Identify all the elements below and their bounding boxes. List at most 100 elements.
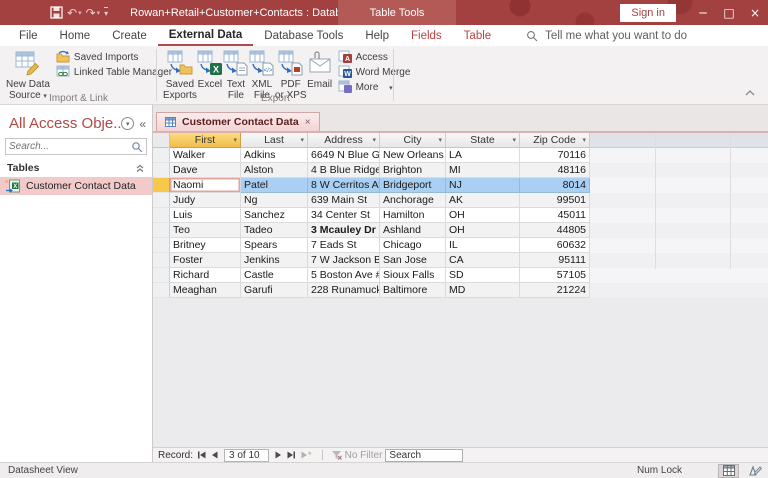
table-cell[interactable]: Ng <box>241 193 308 208</box>
table-cell[interactable]: Baltimore <box>380 283 446 298</box>
row-selector[interactable] <box>153 148 170 163</box>
table-cell[interactable]: 8014 <box>520 178 590 193</box>
redo-icon[interactable]: ↷▾ <box>86 6 101 20</box>
row-selector[interactable] <box>153 253 170 268</box>
column-header-last[interactable]: Last▾ <box>241 133 308 148</box>
table-cell[interactable]: Adkins <box>241 148 308 163</box>
table-cell[interactable]: 95111 <box>520 253 590 268</box>
table-cell[interactable]: Richard <box>170 268 241 283</box>
record-search-input[interactable] <box>385 449 463 462</box>
table-cell[interactable]: SD <box>446 268 520 283</box>
column-dropdown-icon[interactable]: ▾ <box>300 136 304 144</box>
table-cell[interactable]: MD <box>446 283 520 298</box>
datasheet-view-button[interactable] <box>718 464 739 478</box>
table-cell[interactable]: Garufi <box>241 283 308 298</box>
row-selector[interactable] <box>153 163 170 178</box>
table-cell[interactable]: 99501 <box>520 193 590 208</box>
table-cell[interactable]: Jenkins <box>241 253 308 268</box>
table-cell[interactable]: 3 Mcauley Dr <box>308 223 380 238</box>
row-selector[interactable] <box>153 238 170 253</box>
table-cell[interactable]: 6649 N Blue Gu <box>308 148 380 163</box>
table-cell[interactable]: NJ <box>446 178 520 193</box>
collapse-ribbon-icon[interactable] <box>744 87 756 99</box>
first-record-button[interactable] <box>196 450 207 460</box>
table-cell[interactable]: 639 Main St <box>308 193 380 208</box>
table-cell[interactable]: Spears <box>241 238 308 253</box>
column-header-state[interactable]: State▾ <box>446 133 520 148</box>
table-cell[interactable]: LA <box>446 148 520 163</box>
table-cell[interactable]: AK <box>446 193 520 208</box>
nav-search-input[interactable] <box>9 141 131 152</box>
table-cell[interactable]: 5 Boston Ave # <box>308 268 380 283</box>
row-selector[interactable] <box>153 178 170 193</box>
undo-icon[interactable]: ↶▾ <box>67 6 82 20</box>
table-cell[interactable]: 70116 <box>520 148 590 163</box>
table-cell[interactable]: Bridgeport <box>380 178 446 193</box>
table-cell[interactable]: Hamilton <box>380 208 446 223</box>
tab-help[interactable]: Help <box>354 25 400 46</box>
row-selector[interactable] <box>153 283 170 298</box>
select-all-corner[interactable] <box>153 133 170 148</box>
column-dropdown-icon[interactable]: ▾ <box>438 136 442 144</box>
close-button[interactable]: × <box>742 0 768 25</box>
column-dropdown-icon[interactable]: ▾ <box>512 136 516 144</box>
table-cell[interactable]: Chicago <box>380 238 446 253</box>
table-cell[interactable]: 57105 <box>520 268 590 283</box>
tell-me-box[interactable]: Tell me what you want to do <box>526 25 687 46</box>
table-cell[interactable]: OH <box>446 208 520 223</box>
nav-search-box[interactable] <box>5 138 147 155</box>
column-header-city[interactable]: City▾ <box>380 133 446 148</box>
table-cell[interactable]: 228 Runamuck <box>308 283 380 298</box>
table-cell[interactable]: 8 W Cerritos Av <box>308 178 380 193</box>
table-cell[interactable]: 4 B Blue Ridge <box>308 163 380 178</box>
last-record-button[interactable] <box>286 450 297 460</box>
row-selector[interactable] <box>153 268 170 283</box>
column-dropdown-icon[interactable]: ▾ <box>582 136 586 144</box>
customize-qat-icon[interactable]: ▾ <box>104 7 108 18</box>
column-header-address[interactable]: Address▾ <box>308 133 380 148</box>
current-record-indicator[interactable]: 3 of 10 <box>224 449 269 462</box>
table-cell[interactable]: 7 Eads St <box>308 238 380 253</box>
shutter-bar-close-icon[interactable]: « <box>139 117 146 131</box>
table-cell[interactable]: Naomi <box>170 178 241 193</box>
tab-database-tools[interactable]: Database Tools <box>253 25 354 46</box>
redo-dropdown-icon[interactable]: ▾ <box>97 9 101 17</box>
design-view-button[interactable] <box>745 464 766 478</box>
table-cell[interactable]: 34 Center St <box>308 208 380 223</box>
row-selector[interactable] <box>153 223 170 238</box>
column-header-first[interactable]: First▾ <box>170 133 241 148</box>
table-cell[interactable]: CA <box>446 253 520 268</box>
tab-customer-contact-data[interactable]: Customer Contact Data × <box>156 112 320 131</box>
nav-pane-menu-icon[interactable]: ▾ <box>121 117 134 130</box>
table-cell[interactable]: OH <box>446 223 520 238</box>
tab-table[interactable]: Table <box>453 25 503 46</box>
table-cell[interactable]: 48116 <box>520 163 590 178</box>
table-cell[interactable]: Anchorage <box>380 193 446 208</box>
column-header-zip-code[interactable]: Zip Code▾ <box>520 133 590 148</box>
table-cell[interactable]: Walker <box>170 148 241 163</box>
table-cell[interactable]: 21224 <box>520 283 590 298</box>
table-cell[interactable]: Teo <box>170 223 241 238</box>
export-access-button[interactable]: A Access <box>336 50 413 65</box>
table-cell[interactable]: Alston <box>241 163 308 178</box>
minimize-button[interactable]: ─ <box>690 0 716 25</box>
table-cell[interactable]: 44805 <box>520 223 590 238</box>
tab-home[interactable]: Home <box>49 25 102 46</box>
table-cell[interactable]: Patel <box>241 178 308 193</box>
column-dropdown-icon[interactable]: ▾ <box>233 136 237 144</box>
table-cell[interactable]: Brighton <box>380 163 446 178</box>
table-cell[interactable]: Dave <box>170 163 241 178</box>
column-dropdown-icon[interactable]: ▾ <box>372 136 376 144</box>
table-cell[interactable]: Ashland <box>380 223 446 238</box>
table-cell[interactable]: 45011 <box>520 208 590 223</box>
table-cell[interactable]: Britney <box>170 238 241 253</box>
table-cell[interactable]: Judy <box>170 193 241 208</box>
table-cell[interactable]: 7 W Jackson Blv <box>308 253 380 268</box>
table-cell[interactable]: Foster <box>170 253 241 268</box>
table-cell[interactable]: MI <box>446 163 520 178</box>
table-cell[interactable]: Meaghan <box>170 283 241 298</box>
no-filter-button[interactable]: No Filter <box>331 450 383 461</box>
new-record-button[interactable]: * <box>300 450 314 460</box>
table-cell[interactable]: Sanchez <box>241 208 308 223</box>
close-tab-icon[interactable]: × <box>305 117 311 128</box>
